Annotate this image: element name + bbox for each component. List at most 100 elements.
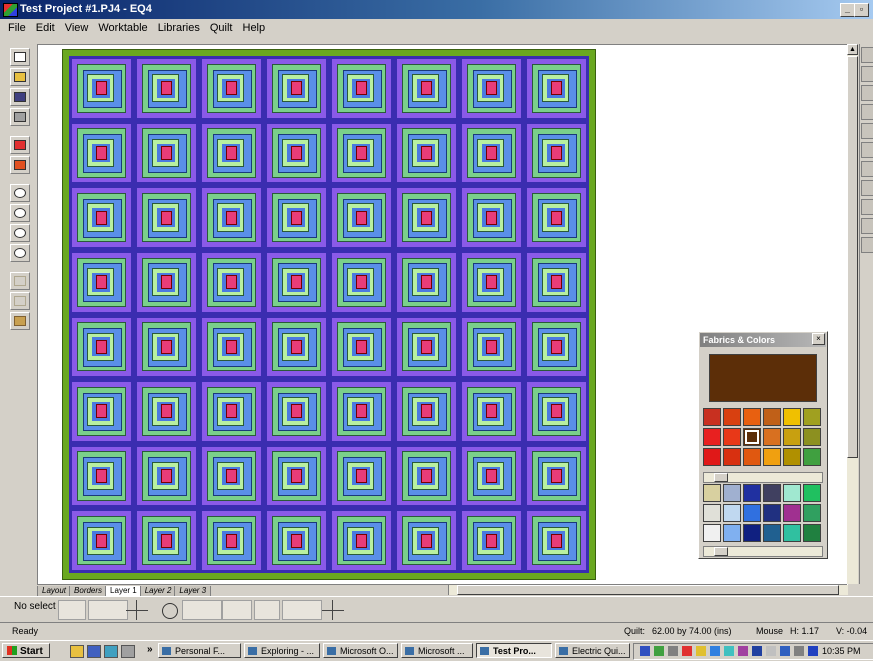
fabric-swatch[interactable] [803, 484, 821, 502]
quilt-block[interactable] [527, 59, 586, 118]
view-sketchbook-icon[interactable] [10, 156, 30, 174]
app-icon[interactable] [3, 3, 18, 17]
menu-view[interactable]: View [60, 20, 94, 34]
task-exploring[interactable]: Exploring - ... [244, 643, 320, 658]
quilt-block[interactable] [72, 317, 131, 377]
quicklaunch-chevron[interactable]: » [147, 644, 153, 655]
add-to-sketchbook-icon[interactable] [10, 136, 30, 154]
quilt-block[interactable] [72, 511, 131, 570]
swatch[interactable] [703, 448, 721, 466]
quilt-block[interactable] [72, 382, 131, 441]
size-field-2[interactable] [254, 600, 280, 620]
swatch[interactable] [783, 428, 801, 446]
fabric-swatch[interactable] [703, 484, 721, 502]
fabric-swatch[interactable] [743, 504, 761, 522]
quicklaunch-ie-icon[interactable] [70, 645, 84, 658]
swap-colors-icon[interactable] [861, 199, 873, 215]
swatch[interactable] [703, 408, 721, 426]
swatch[interactable] [803, 428, 821, 446]
quilt-block[interactable] [267, 59, 326, 118]
task-electric-quilt[interactable]: Electric Qui... [555, 643, 630, 658]
tray-icon-8[interactable] [738, 646, 748, 656]
quilt-block[interactable] [137, 123, 196, 183]
fabric-swatch[interactable] [723, 504, 741, 522]
menu-file[interactable]: File [0, 20, 31, 34]
quilt-block[interactable] [137, 511, 196, 570]
rotate-block-icon[interactable] [861, 123, 873, 139]
quilt-block[interactable] [267, 188, 326, 247]
quilt-block[interactable] [527, 252, 586, 312]
tray-icon-6[interactable] [710, 646, 720, 656]
quilt-block[interactable] [267, 446, 326, 506]
move-crosshair-icon[interactable] [126, 600, 148, 620]
tray-icon-3[interactable] [668, 646, 678, 656]
task-personal[interactable]: Personal F... [158, 643, 241, 658]
quilt-block[interactable] [462, 382, 521, 441]
fabric-swatch[interactable] [703, 504, 721, 522]
horizontal-scroll-thumb[interactable] [457, 585, 839, 595]
minimize-button[interactable]: _ [840, 3, 855, 17]
task-test-project[interactable]: Test Pro... [476, 643, 552, 658]
quilt-block[interactable] [397, 446, 456, 506]
quilt-block[interactable] [332, 382, 391, 441]
tray-icon-10[interactable] [766, 646, 776, 656]
quilt-block[interactable] [527, 188, 586, 247]
quilt-block[interactable] [202, 188, 261, 247]
tray-icon-5[interactable] [696, 646, 706, 656]
quilt-block[interactable] [462, 511, 521, 570]
fabric-swatch[interactable] [803, 524, 821, 542]
quilt-block[interactable] [202, 59, 261, 118]
quilt-block[interactable] [397, 382, 456, 441]
quilt-block[interactable] [202, 446, 261, 506]
vertical-scrollbar[interactable]: ▲ [847, 44, 858, 584]
nudge-field-2[interactable] [88, 600, 128, 620]
swatch[interactable] [703, 428, 721, 446]
fabric-swatch[interactable] [783, 484, 801, 502]
zoom-fit-icon[interactable] [10, 224, 30, 242]
fabric-swatch[interactable] [723, 484, 741, 502]
zoom-out-icon[interactable] [10, 204, 30, 222]
menu-libraries[interactable]: Libraries [153, 20, 205, 34]
fabric-swatch[interactable] [763, 504, 781, 522]
quilt-block[interactable] [137, 59, 196, 118]
quilt-block[interactable] [72, 252, 131, 312]
swatch[interactable] [723, 428, 741, 446]
set-block-icon[interactable] [861, 104, 873, 120]
quilt-block[interactable] [332, 123, 391, 183]
task-microsoft-word[interactable]: Microsoft ... [401, 643, 473, 658]
quilt-block[interactable] [202, 511, 261, 570]
quilt-block[interactable] [527, 446, 586, 506]
quilt-block[interactable] [137, 188, 196, 247]
zoom-previous-icon[interactable] [10, 244, 30, 262]
swatch[interactable] [763, 428, 781, 446]
quilt-block[interactable] [462, 446, 521, 506]
cut-icon[interactable] [10, 272, 30, 290]
quilt-block[interactable] [397, 252, 456, 312]
quilt-block[interactable] [202, 317, 261, 377]
quilt-block[interactable] [397, 188, 456, 247]
quilt-block[interactable] [462, 59, 521, 118]
quilt-block[interactable] [202, 252, 261, 312]
rotate-field[interactable] [182, 600, 222, 620]
quilt-block[interactable] [137, 252, 196, 312]
fabric-swatch[interactable] [783, 524, 801, 542]
quilt-block[interactable] [527, 123, 586, 183]
flip-block-icon[interactable] [861, 142, 873, 158]
maximize-button[interactable]: ▫ [854, 3, 869, 17]
swatch[interactable] [743, 408, 761, 426]
quilt-block[interactable] [72, 188, 131, 247]
rotate-dial-icon[interactable] [162, 603, 178, 619]
start-button[interactable]: Start [2, 643, 50, 658]
swatch[interactable] [723, 408, 741, 426]
fabric-swatch[interactable] [723, 524, 741, 542]
swatch[interactable] [783, 448, 801, 466]
quilt-block[interactable] [202, 382, 261, 441]
quilt-block[interactable] [72, 59, 131, 118]
quilt-block[interactable] [332, 317, 391, 377]
quilt-block[interactable] [527, 511, 586, 570]
quicklaunch-app-icon[interactable] [87, 645, 101, 658]
swatch[interactable] [743, 448, 761, 466]
quilt-block[interactable] [267, 317, 326, 377]
swatch[interactable] [763, 408, 781, 426]
fabric-scroll-thumb[interactable] [714, 547, 728, 556]
